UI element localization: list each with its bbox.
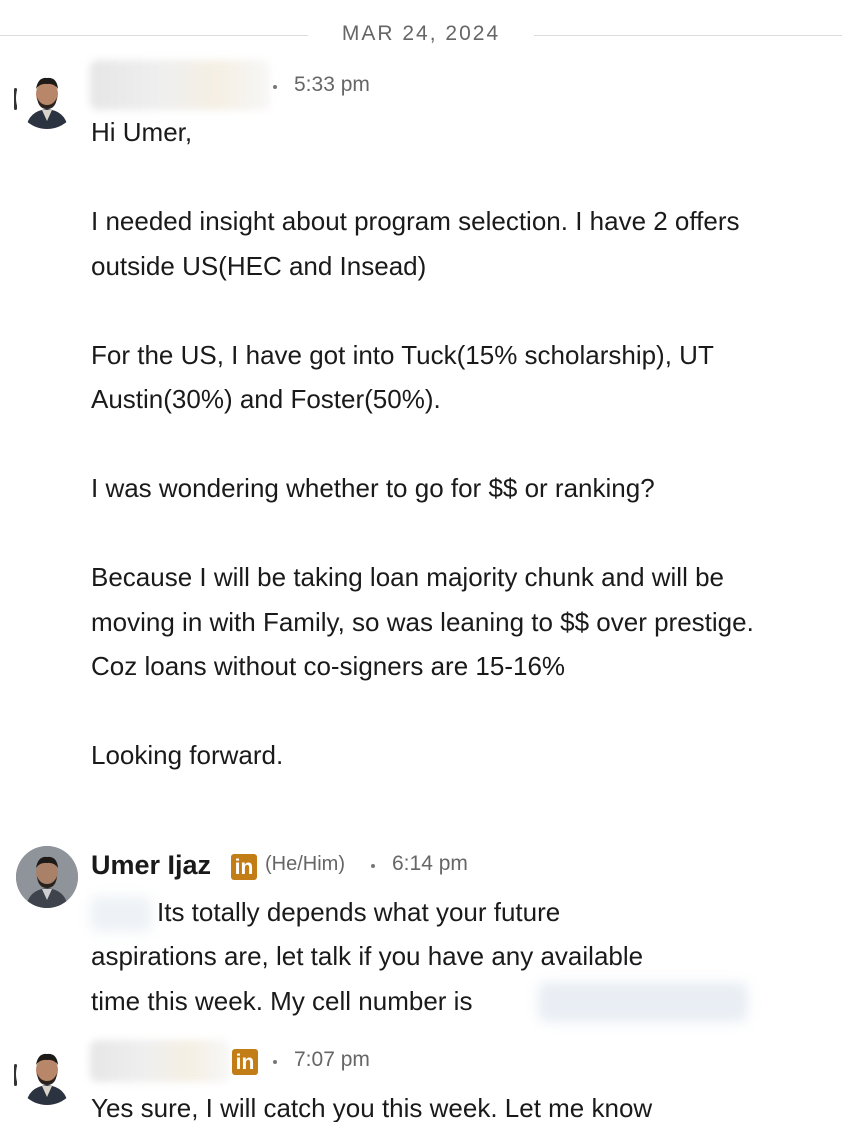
message-thread: MAR 24, 2024 5:33 pm Hi Umer, I needed i… [0, 0, 842, 1122]
divider-line-right [534, 35, 842, 36]
separator-dot [371, 864, 375, 868]
message-line: aspirations are, let talk if you have an… [91, 941, 644, 971]
person-photo-icon [16, 846, 78, 908]
date-divider: MAR 24, 2024 [0, 18, 842, 54]
linkedin-icon: in [232, 1049, 258, 1075]
date-label: MAR 24, 2024 [341, 22, 501, 45]
pronouns-label: (He/Him) [265, 853, 345, 875]
message-timestamp: 5:33 pm [294, 73, 370, 96]
person-photo-icon [16, 1043, 78, 1105]
redacted-phone-number [538, 982, 748, 1022]
avatar[interactable] [16, 1043, 78, 1105]
separator-dot [273, 1060, 277, 1064]
message-paragraph: Because I will be taking loan majority c… [91, 562, 754, 681]
linkedin-icon: in [231, 854, 257, 880]
message-paragraph: Looking forward. [91, 740, 284, 770]
message-paragraph: I needed insight about program selection… [91, 206, 740, 281]
message-body: Hi Umer, I needed insight about program … [91, 110, 791, 778]
message-line: Yes sure, I will catch you this week. Le… [91, 1093, 653, 1122]
avatar[interactable] [16, 67, 78, 129]
message-timestamp: 7:07 pm [294, 1048, 370, 1071]
divider-line-left [0, 35, 308, 36]
separator-dot [273, 85, 277, 89]
sender-name[interactable]: Umer Ijaz [91, 850, 211, 881]
avatar[interactable] [16, 846, 78, 908]
message-line: Its totally depends what your future [157, 897, 561, 927]
message-timestamp: 6:14 pm [392, 852, 468, 875]
message-paragraph: Hi Umer, [91, 117, 193, 147]
person-photo-icon [16, 67, 78, 129]
sender-name-redacted [90, 1040, 230, 1082]
sender-name-redacted [90, 60, 270, 110]
redacted-mention [90, 896, 152, 932]
message-paragraph: I was wondering whether to go for $$ or … [91, 473, 655, 503]
message-paragraph: For the US, I have got into Tuck(15% sch… [91, 339, 714, 415]
